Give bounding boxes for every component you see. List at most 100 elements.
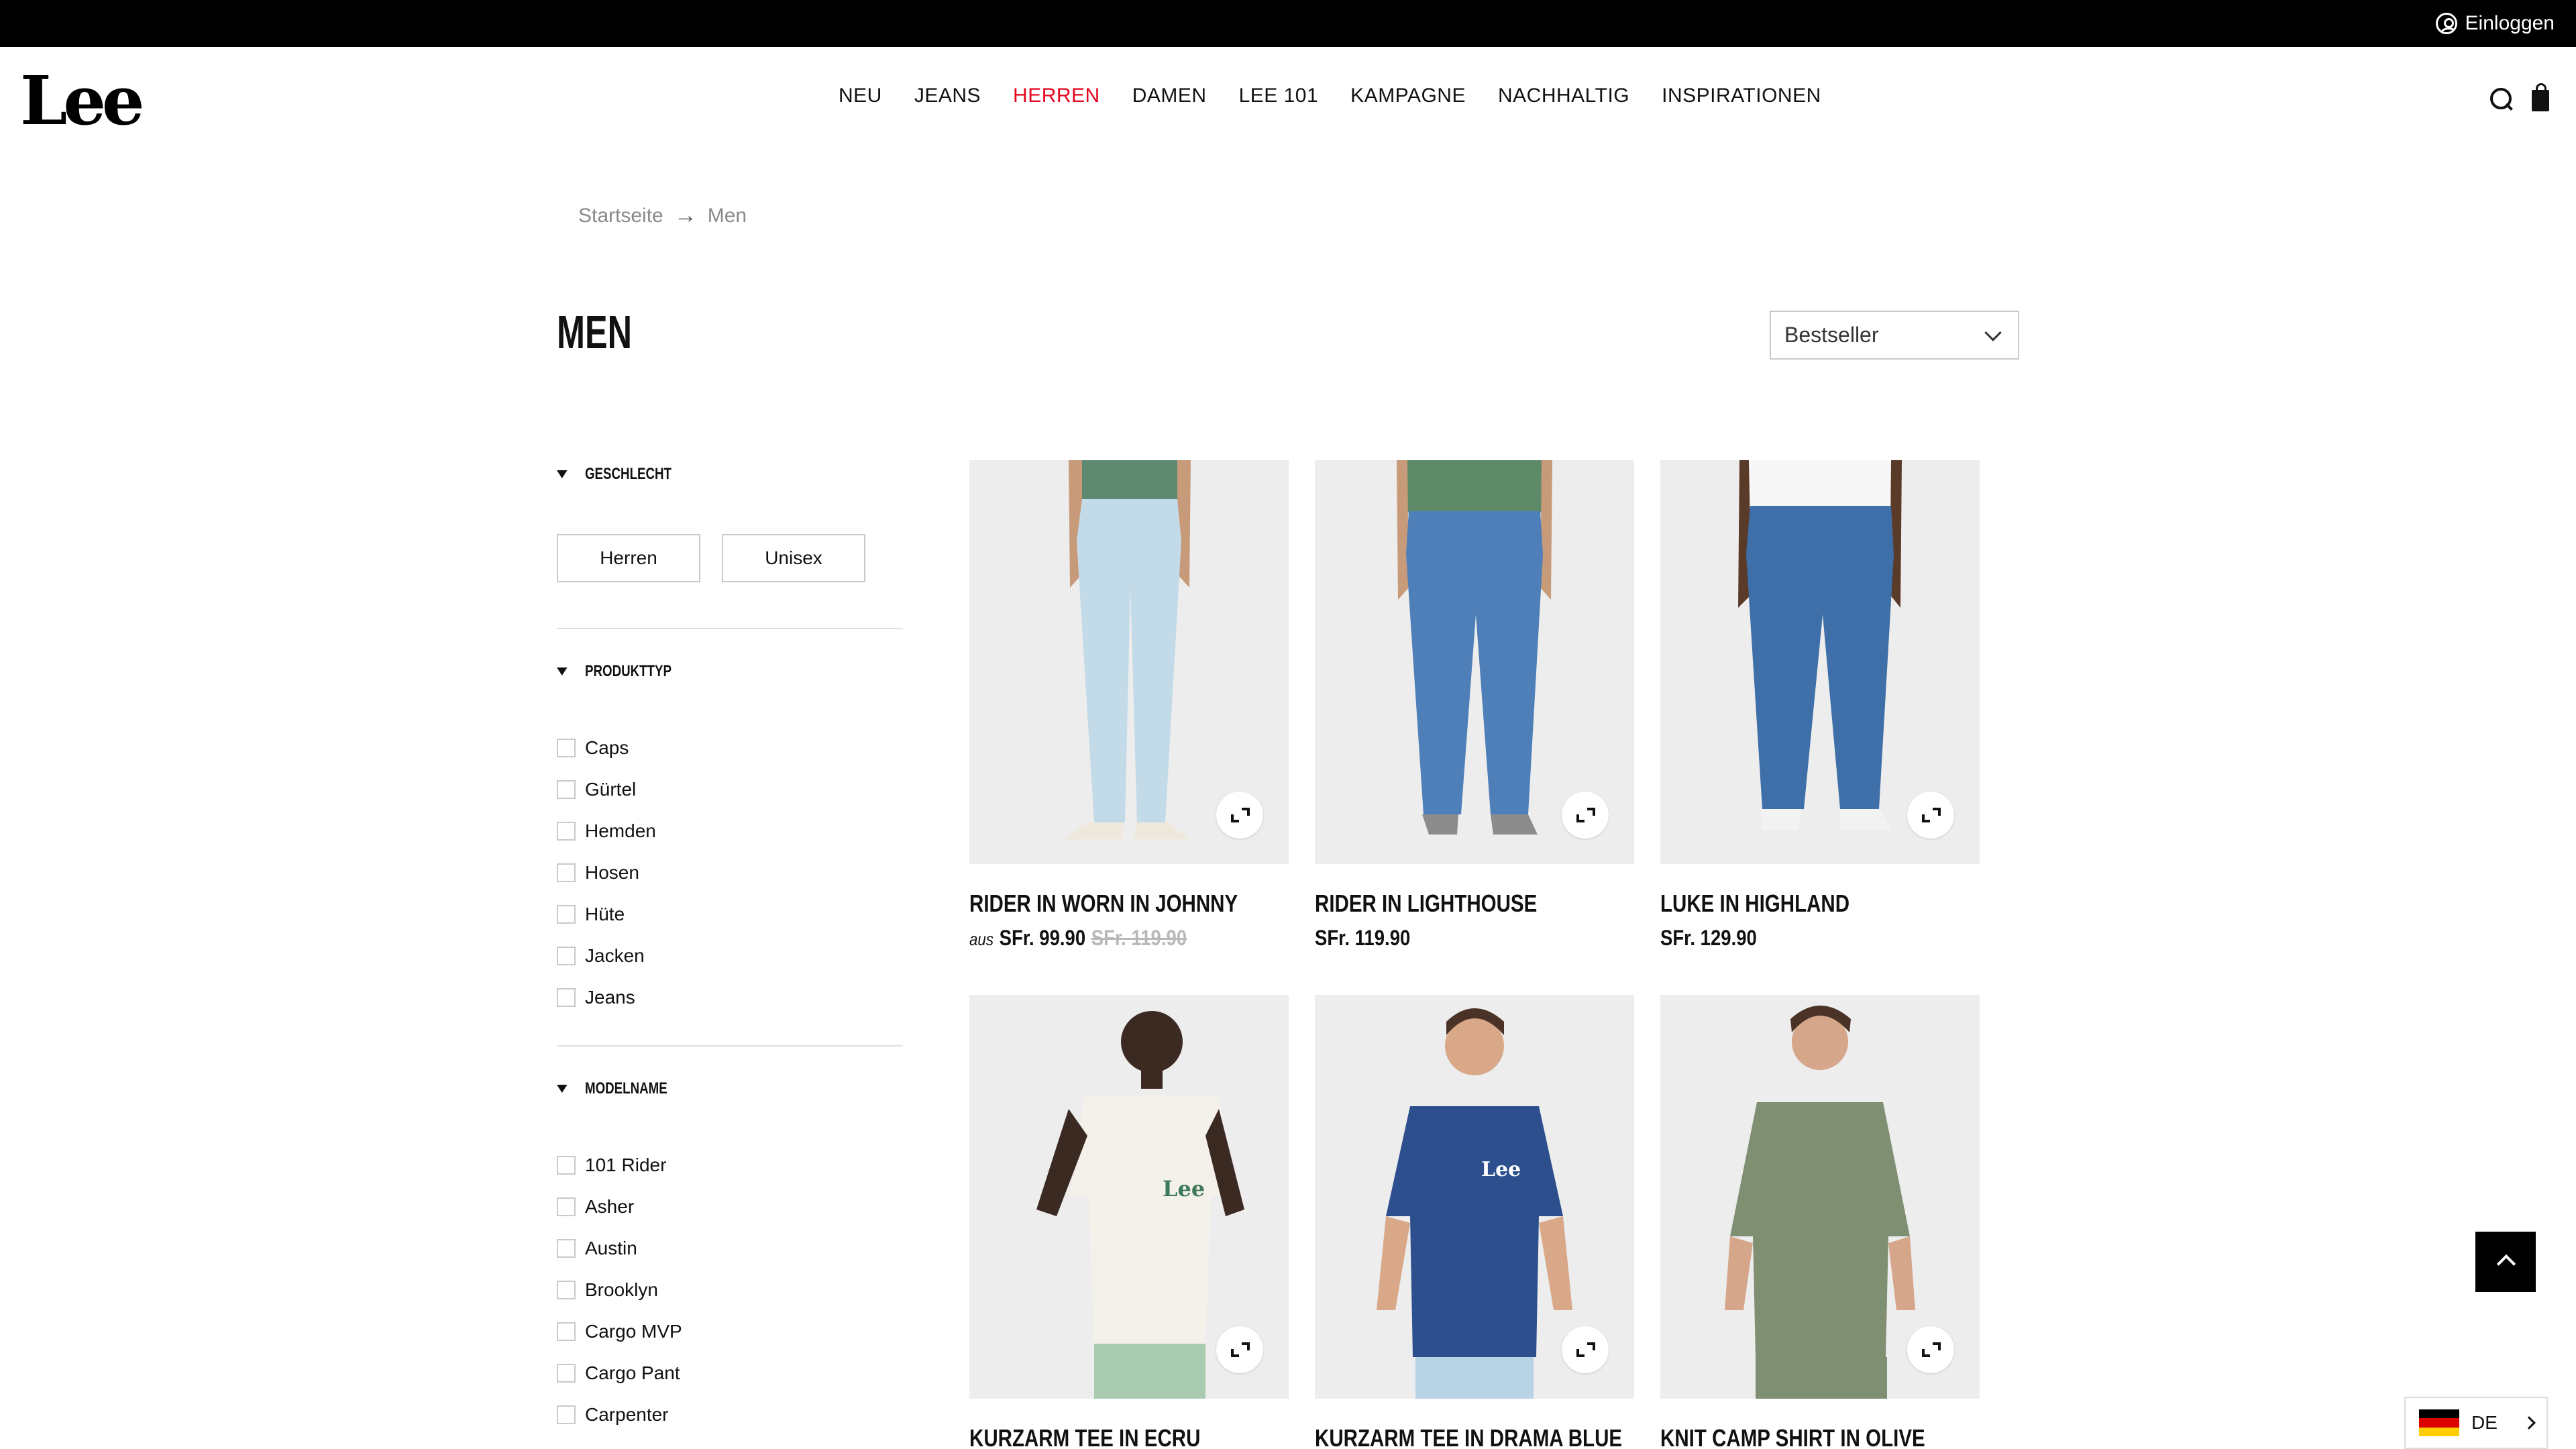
site-header: Lee NEU JEANS HERREN DAMEN LEE 101 KAMPA… bbox=[0, 47, 2576, 151]
filter-gender: GESCHLECHT Herren Unisex bbox=[557, 463, 903, 582]
sale-price: SFr. 99.90 bbox=[999, 926, 1086, 950]
arrow-right-icon: → bbox=[674, 203, 697, 228]
expand-icon[interactable] bbox=[1907, 1326, 1954, 1373]
filter-option[interactable]: Brooklyn bbox=[557, 1269, 903, 1311]
filter-option-label: Jeans bbox=[585, 987, 635, 1008]
filter-option[interactable]: Jacken bbox=[557, 935, 903, 977]
scroll-to-top-button[interactable] bbox=[2475, 1232, 2536, 1292]
nav-item-nachhaltig[interactable]: NACHHALTIG bbox=[1498, 85, 1629, 107]
breadcrumb-home[interactable]: Startseite bbox=[578, 205, 663, 227]
top-bar: Einloggen bbox=[0, 0, 2576, 47]
filter-gender-unisex[interactable]: Unisex bbox=[722, 534, 865, 582]
login-link[interactable]: Einloggen bbox=[2435, 0, 2555, 47]
filter-product-type-header[interactable]: PRODUKTTYP bbox=[557, 660, 903, 683]
nav-item-inspirationen[interactable]: INSPIRATIONEN bbox=[1662, 85, 1821, 107]
checkbox[interactable] bbox=[557, 822, 576, 841]
filter-model-name-title: MODELNAME bbox=[585, 1079, 667, 1097]
checkbox[interactable] bbox=[557, 1281, 576, 1299]
header-icons bbox=[2489, 83, 2549, 111]
filter-option-label: Caps bbox=[585, 737, 629, 758]
product-image[interactable]: Lee bbox=[1315, 995, 1634, 1399]
filter-option[interactable]: Carpenter bbox=[557, 1394, 903, 1436]
filter-option[interactable]: Hosen bbox=[557, 852, 903, 894]
product-image[interactable] bbox=[1660, 460, 1980, 864]
product-card[interactable]: Lee KURZARM TEE IN DRAMA BLUE bbox=[1315, 995, 1634, 1449]
german-flag-icon bbox=[2419, 1409, 2459, 1436]
product-image[interactable] bbox=[969, 460, 1289, 864]
checkbox[interactable] bbox=[557, 1197, 576, 1216]
expand-icon[interactable] bbox=[1216, 792, 1263, 839]
filter-sidebar: GESCHLECHT Herren Unisex PRODUKTTYP Caps… bbox=[557, 463, 903, 1449]
bag-icon[interactable] bbox=[2532, 83, 2549, 111]
filter-option[interactable]: Austin bbox=[557, 1228, 903, 1269]
checkbox[interactable] bbox=[557, 1364, 576, 1383]
nav-item-kampagne[interactable]: KAMPAGNE bbox=[1350, 85, 1466, 107]
product-image[interactable]: Lee bbox=[969, 995, 1289, 1399]
main-nav: NEU JEANS HERREN DAMEN LEE 101 KAMPAGNE … bbox=[839, 85, 1821, 107]
checkbox[interactable] bbox=[557, 1239, 576, 1258]
filter-model-name: MODELNAME 101 Rider Asher Austin Brookly… bbox=[557, 1077, 903, 1436]
filter-option[interactable]: Gürtel bbox=[557, 769, 903, 810]
expand-icon[interactable] bbox=[1562, 792, 1609, 839]
filter-option-label: Hüte bbox=[585, 904, 625, 924]
expand-icon[interactable] bbox=[1907, 792, 1954, 839]
expand-icon[interactable] bbox=[1216, 1326, 1263, 1373]
filter-option-label: Jacken bbox=[585, 945, 645, 966]
nav-item-jeans[interactable]: JEANS bbox=[914, 85, 981, 107]
checkbox[interactable] bbox=[557, 1156, 576, 1175]
checkbox[interactable] bbox=[557, 780, 576, 799]
filter-option[interactable]: 101 Rider bbox=[557, 1144, 903, 1186]
product-name[interactable]: KURZARM TEE IN DRAMA BLUE bbox=[1315, 1424, 1622, 1449]
product-card[interactable]: RIDER IN LIGHTHOUSE SFr. 119.90 bbox=[1315, 460, 1634, 951]
filter-option[interactable]: Cargo Pant bbox=[557, 1352, 903, 1394]
checkbox[interactable] bbox=[557, 863, 576, 882]
product-image[interactable] bbox=[1660, 995, 1980, 1399]
checkbox[interactable] bbox=[557, 1322, 576, 1341]
filter-option-label: Hemden bbox=[585, 820, 656, 841]
filter-option-label: 101 Rider bbox=[585, 1155, 667, 1175]
filter-option[interactable]: Jeans bbox=[557, 977, 903, 1018]
filter-option-label: Brooklyn bbox=[585, 1279, 658, 1300]
nav-item-damen[interactable]: DAMEN bbox=[1132, 85, 1207, 107]
price-prefix: aus bbox=[969, 929, 994, 949]
expand-icon[interactable] bbox=[1562, 1326, 1609, 1373]
checkbox[interactable] bbox=[557, 739, 576, 757]
search-icon[interactable] bbox=[2489, 87, 2513, 111]
tee-logo: Lee bbox=[1481, 1158, 1521, 1181]
product-name[interactable]: LUKE IN HIGHLAND bbox=[1660, 890, 1922, 918]
nav-item-lee-101[interactable]: LEE 101 bbox=[1239, 85, 1319, 107]
product-card[interactable]: LUKE IN HIGHLAND SFr. 129.90 bbox=[1660, 460, 1980, 951]
caret-down-icon bbox=[557, 470, 568, 478]
language-code: DE bbox=[2471, 1412, 2498, 1433]
sort-select[interactable]: Bestseller bbox=[1770, 311, 2019, 360]
product-image[interactable] bbox=[1315, 460, 1634, 864]
checkbox[interactable] bbox=[557, 988, 576, 1007]
filter-gender-header[interactable]: GESCHLECHT bbox=[557, 463, 903, 486]
product-name[interactable]: KURZARM TEE IN ECRU bbox=[969, 1424, 1231, 1449]
filter-option[interactable]: Hemden bbox=[557, 810, 903, 852]
filter-option[interactable]: Cargo MVP bbox=[557, 1311, 903, 1352]
filter-gender-herren[interactable]: Herren bbox=[557, 534, 700, 582]
nav-item-herren[interactable]: HERREN bbox=[1013, 85, 1100, 107]
product-card[interactable]: RIDER IN WORN IN JOHNNY aus SFr. 99.90 S… bbox=[969, 460, 1289, 951]
checkbox[interactable] bbox=[557, 905, 576, 924]
divider bbox=[557, 1045, 903, 1046]
product-card[interactable]: KNIT CAMP SHIRT IN OLIVE bbox=[1660, 995, 1980, 1449]
product-card[interactable]: Lee KURZARM TEE IN ECRU bbox=[969, 995, 1289, 1449]
filter-option-label: Asher bbox=[585, 1196, 635, 1217]
price: SFr. 129.90 bbox=[1660, 926, 1757, 950]
filter-option[interactable]: Caps bbox=[557, 727, 903, 769]
product-name[interactable]: RIDER IN WORN IN JOHNNY bbox=[969, 890, 1238, 918]
filter-option[interactable]: Hüte bbox=[557, 894, 903, 935]
filter-option[interactable]: Asher bbox=[557, 1186, 903, 1228]
chevron-down-icon bbox=[1984, 324, 2002, 341]
checkbox[interactable] bbox=[557, 1405, 576, 1424]
language-selector[interactable]: DE bbox=[2404, 1397, 2548, 1449]
checkbox[interactable] bbox=[557, 947, 576, 965]
filter-model-name-header[interactable]: MODELNAME bbox=[557, 1077, 903, 1100]
product-name[interactable]: RIDER IN LIGHTHOUSE bbox=[1315, 890, 1576, 918]
product-name[interactable]: KNIT CAMP SHIRT IN OLIVE bbox=[1660, 1424, 1925, 1449]
nav-item-neu[interactable]: NEU bbox=[839, 85, 882, 107]
filter-option-label: Cargo MVP bbox=[585, 1321, 682, 1342]
brand-logo[interactable]: Lee bbox=[20, 67, 145, 134]
